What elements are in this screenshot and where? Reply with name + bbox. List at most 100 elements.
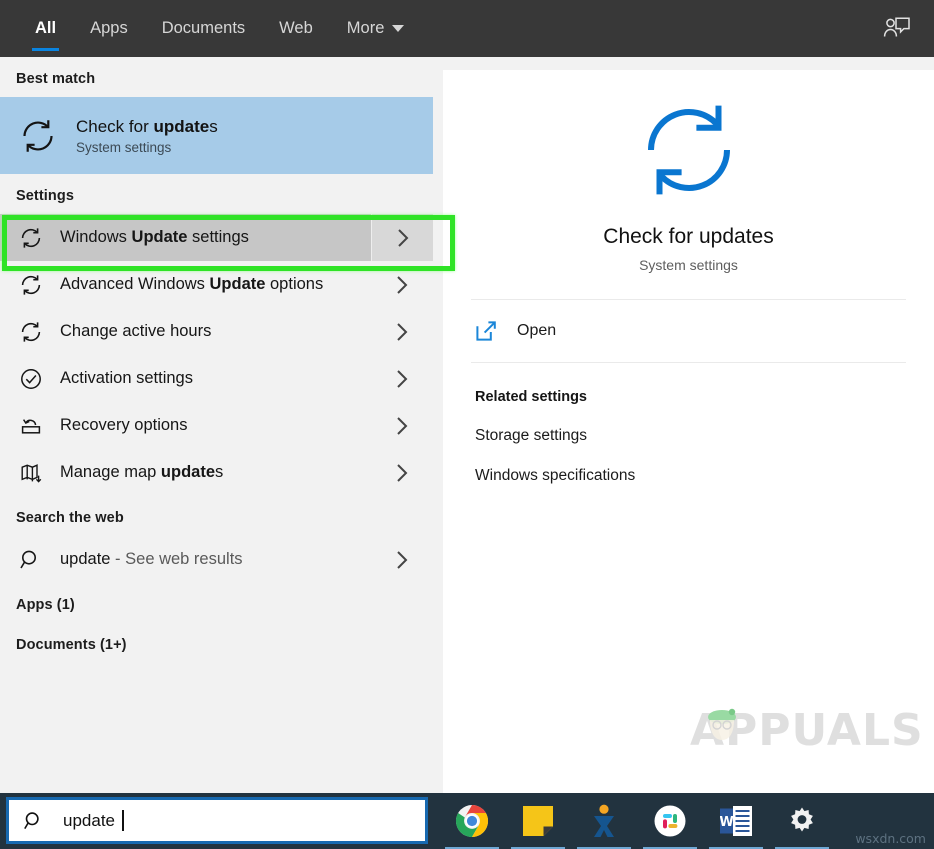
tab-all-label: All [35, 19, 57, 37]
settings-header: Settings [16, 188, 74, 204]
settings-item-windows-update-settings[interactable]: Windows Update settings [0, 214, 433, 261]
chevron-right-icon[interactable] [371, 308, 433, 355]
apps-count-header: Apps (1) [16, 597, 75, 613]
label-suffix: options [265, 275, 324, 293]
feedback-button[interactable] [874, 6, 920, 52]
label-suffix: settings [187, 228, 249, 246]
preview-title: Check for updates [603, 225, 774, 248]
settings-item-change-active-hours[interactable]: Change active hours [0, 308, 433, 355]
search-icon [16, 545, 46, 575]
tab-web[interactable]: Web [262, 0, 330, 57]
related-link-storage-settings[interactable]: Storage settings [443, 405, 934, 445]
chevron-down-icon [392, 25, 405, 32]
tab-all[interactable]: All [18, 0, 73, 57]
refresh-icon [16, 317, 46, 347]
settings-item-label: Windows Update settings [60, 228, 249, 247]
label-prefix: Manage map [60, 463, 161, 481]
tab-documents-label: Documents [161, 19, 246, 37]
corner-watermark-text: wsxdn.com [855, 831, 926, 846]
best-match-header: Best match [16, 71, 96, 87]
refresh-icon [16, 270, 46, 300]
settings-item-advanced-windows-update-options[interactable]: Advanced Windows Update options [0, 261, 433, 308]
refresh-icon [16, 223, 46, 253]
external-link-icon [475, 320, 501, 342]
person-feedback-icon [883, 16, 910, 37]
sticky-notes-icon [523, 806, 553, 836]
tab-apps-label: Apps [90, 19, 128, 37]
label-suffix: s [215, 463, 224, 481]
best-match-subtitle: System settings [76, 139, 172, 155]
taskbar: update W wsxdn.com [0, 793, 934, 849]
label-prefix: Change active hours [60, 322, 212, 340]
windows-search-overlay: All Apps Documents Web More Best match C… [0, 0, 934, 849]
best-match-title-match: update [153, 116, 210, 136]
chevron-right-icon[interactable] [371, 536, 433, 583]
best-match-result[interactable]: Check for updates System settings [0, 97, 433, 174]
search-tabs: All Apps Documents Web More [0, 0, 421, 57]
chevron-right-icon[interactable] [371, 214, 433, 261]
settings-item-recovery-options[interactable]: Recovery options [0, 402, 433, 449]
open-action-label: Open [517, 322, 557, 339]
svg-text:W: W [720, 815, 734, 830]
tab-documents[interactable]: Documents [145, 0, 262, 57]
chevron-right-icon[interactable] [371, 449, 433, 496]
tab-apps[interactable]: Apps [73, 0, 145, 57]
taskbar-app-sticky-notes[interactable] [511, 801, 565, 849]
documents-count-header: Documents (1+) [16, 637, 127, 653]
recovery-icon [16, 411, 46, 441]
label-prefix: Activation settings [60, 369, 193, 387]
related-link-windows-specifications[interactable]: Windows specifications [443, 445, 934, 485]
settings-item-activation-settings[interactable]: Activation settings [0, 355, 433, 402]
web-result-item[interactable]: update - See web results [0, 536, 433, 583]
refresh-icon [16, 114, 60, 158]
label-match: update [160, 463, 215, 481]
settings-item-label: Activation settings [60, 369, 193, 388]
refresh-icon-large [635, 96, 743, 209]
settings-item-label: Recovery options [60, 416, 187, 435]
slack-icon [654, 805, 686, 837]
search-header: All Apps Documents Web More [0, 0, 934, 57]
preview-subtitle: System settings [639, 257, 738, 273]
chevron-right-icon[interactable] [371, 261, 433, 308]
web-result-query: update [60, 550, 111, 568]
taskbar-app-slack[interactable] [643, 801, 697, 849]
search-input-value: update [63, 810, 115, 830]
label-match: Update [131, 228, 188, 246]
taskbar-app-xodo[interactable] [577, 801, 631, 849]
search-web-header: Search the web [16, 510, 124, 526]
taskbar-apps: W [445, 793, 829, 849]
settings-gear-icon [791, 807, 813, 832]
web-result-suffix: - See web results [110, 550, 243, 568]
search-results-pane: Best match Check for updates System sett… [0, 57, 433, 793]
tab-web-label: Web [279, 19, 313, 37]
text-cursor [122, 810, 124, 831]
chevron-right-icon[interactable] [371, 402, 433, 449]
search-input[interactable]: update [6, 797, 428, 844]
settings-item-label: Manage map updates [60, 463, 223, 482]
word-icon: W [720, 806, 752, 836]
tab-more[interactable]: More [330, 0, 422, 57]
web-result-label: update - See web results [60, 550, 243, 569]
settings-item-manage-map-updates[interactable]: Manage map updates [0, 449, 433, 496]
label-prefix: Windows [60, 228, 132, 246]
xodo-icon [594, 804, 614, 837]
taskbar-app-word[interactable]: W [709, 801, 763, 849]
best-match-title-suffix: s [209, 116, 218, 136]
settings-item-label: Change active hours [60, 322, 211, 341]
preview-hero: Check for updates System settings [443, 70, 934, 299]
chrome-icon [455, 804, 489, 838]
check-circle-icon [16, 364, 46, 394]
best-match-text: Check for updates System settings [76, 117, 218, 155]
label-match: Update [209, 275, 266, 293]
open-action-row[interactable]: Open [443, 300, 934, 362]
map-download-icon [16, 458, 46, 488]
tab-more-label: More [346, 19, 385, 37]
taskbar-app-settings[interactable] [775, 801, 829, 849]
taskbar-app-chrome[interactable] [445, 801, 499, 849]
chevron-right-icon[interactable] [371, 355, 433, 402]
search-icon [23, 810, 49, 832]
header-actions [874, 0, 934, 57]
label-prefix: Recovery options [60, 416, 188, 434]
preview-pane: Check for updates System settings Open R… [443, 70, 934, 793]
settings-item-label: Advanced Windows Update options [60, 275, 323, 294]
